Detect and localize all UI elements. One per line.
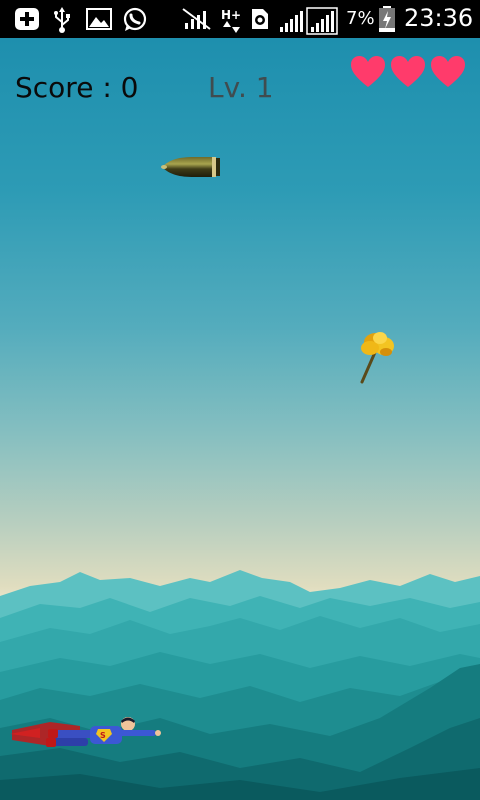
sim-icon <box>252 9 268 29</box>
status-bar: H+ 7% 23:36 <box>0 0 480 38</box>
no-signal-icon <box>182 8 211 30</box>
heart-icon <box>431 56 465 87</box>
data-transfer-icon: H+ <box>221 8 241 33</box>
signal-icon <box>280 11 303 32</box>
usb-icon <box>54 7 70 33</box>
gallery-icon <box>86 8 112 30</box>
signal-full-icon <box>306 7 338 35</box>
golden-flower-sprite <box>360 332 394 384</box>
whatsapp-icon <box>123 7 147 31</box>
heart-icon <box>391 56 425 87</box>
superman-player-sprite[interactable]: S <box>10 712 162 756</box>
plus-box-icon <box>15 8 39 30</box>
heart-icon <box>351 56 385 87</box>
level-label: Lv. 1 <box>208 71 274 104</box>
bullet-sprite <box>161 157 220 177</box>
battery-percent: 7% <box>346 8 375 29</box>
score-label: Score : 0 <box>15 71 139 104</box>
lives-display <box>350 55 466 89</box>
clock: 23:36 <box>404 4 474 32</box>
svg-text:H+: H+ <box>221 8 241 22</box>
battery-charging-icon <box>379 6 395 32</box>
game-canvas[interactable]: Score : 0 Lv. 1 S <box>0 38 480 800</box>
mountain-range <box>0 570 480 800</box>
svg-text:S: S <box>100 731 106 740</box>
